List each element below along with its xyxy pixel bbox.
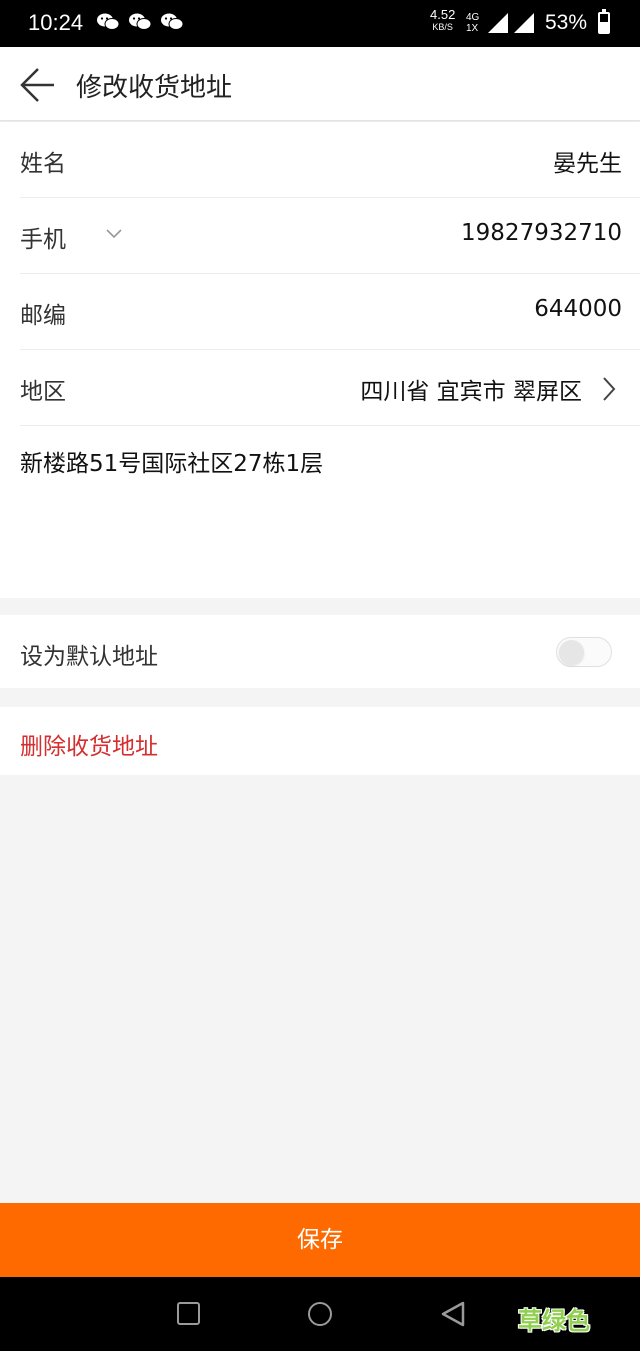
speed-value: 4.52 [430,7,456,22]
address-detail-field[interactable]: 新楼路51号国际社区27栋1层 [0,426,640,598]
chevron-right-icon[interactable] [598,374,620,404]
name-label: 姓名 [20,151,66,177]
app-header: 修改收货地址 [0,47,640,121]
wechat-icon [129,13,152,30]
name-field[interactable]: 晏先生 [553,144,622,178]
region-label: 地区 [20,379,66,405]
delete-address-button[interactable]: 删除收货地址 [20,727,158,761]
arrow-left-icon[interactable] [18,65,58,105]
default-address-toggle[interactable] [556,637,612,667]
network-type-top: 4G [466,12,480,23]
home-icon[interactable] [308,1302,332,1326]
speed-unit: KB/S [432,22,453,32]
phone-label: 手机 [20,227,66,253]
watermark: 草绿色 [518,1307,590,1335]
signal-icon [514,13,534,33]
region-selector[interactable]: 四川省 宜宾市 翠屏区 [360,372,582,406]
save-button[interactable]: 保存 [0,1203,640,1277]
status-time: 10:24 [28,10,84,35]
recents-icon[interactable] [177,1302,200,1325]
battery-icon [598,9,610,34]
network-type-bottom: 1X [466,23,479,34]
back-triangle-icon[interactable] [440,1300,466,1328]
system-nav-bar: 草绿色 [0,1277,640,1351]
default-address-label: 设为默认地址 [20,644,158,670]
network-type: 4G 1X [466,12,479,34]
region-row[interactable]: 地区 四川省 宜宾市 翠屏区 [20,350,640,426]
battery-percent: 53% [545,11,588,34]
toggle-knob [559,640,584,665]
postcode-label: 邮编 [20,303,66,329]
postcode-field[interactable]: 644000 [534,296,622,322]
default-address-row: 设为默认地址 [0,615,640,688]
status-bar: 10:24 4.52 KB/S 4G 1X 53% [0,0,640,47]
address-form: 姓名 晏先生 手机 19827932710 邮编 644000 地区 四川省 宜… [0,122,640,598]
phone-field[interactable]: 19827932710 [461,220,622,246]
page-title: 修改收货地址 [76,73,233,103]
wechat-icon [161,13,184,30]
delete-address-row[interactable]: 删除收货地址 [0,707,640,775]
postcode-row[interactable]: 邮编 644000 [20,274,640,350]
wechat-icon [97,13,120,30]
signal-icon [488,13,508,33]
phone-row[interactable]: 手机 19827932710 [20,198,640,274]
name-row[interactable]: 姓名 晏先生 [20,122,640,198]
network-speed: 4.52 KB/S [430,7,456,33]
chevron-down-icon[interactable] [106,226,122,242]
